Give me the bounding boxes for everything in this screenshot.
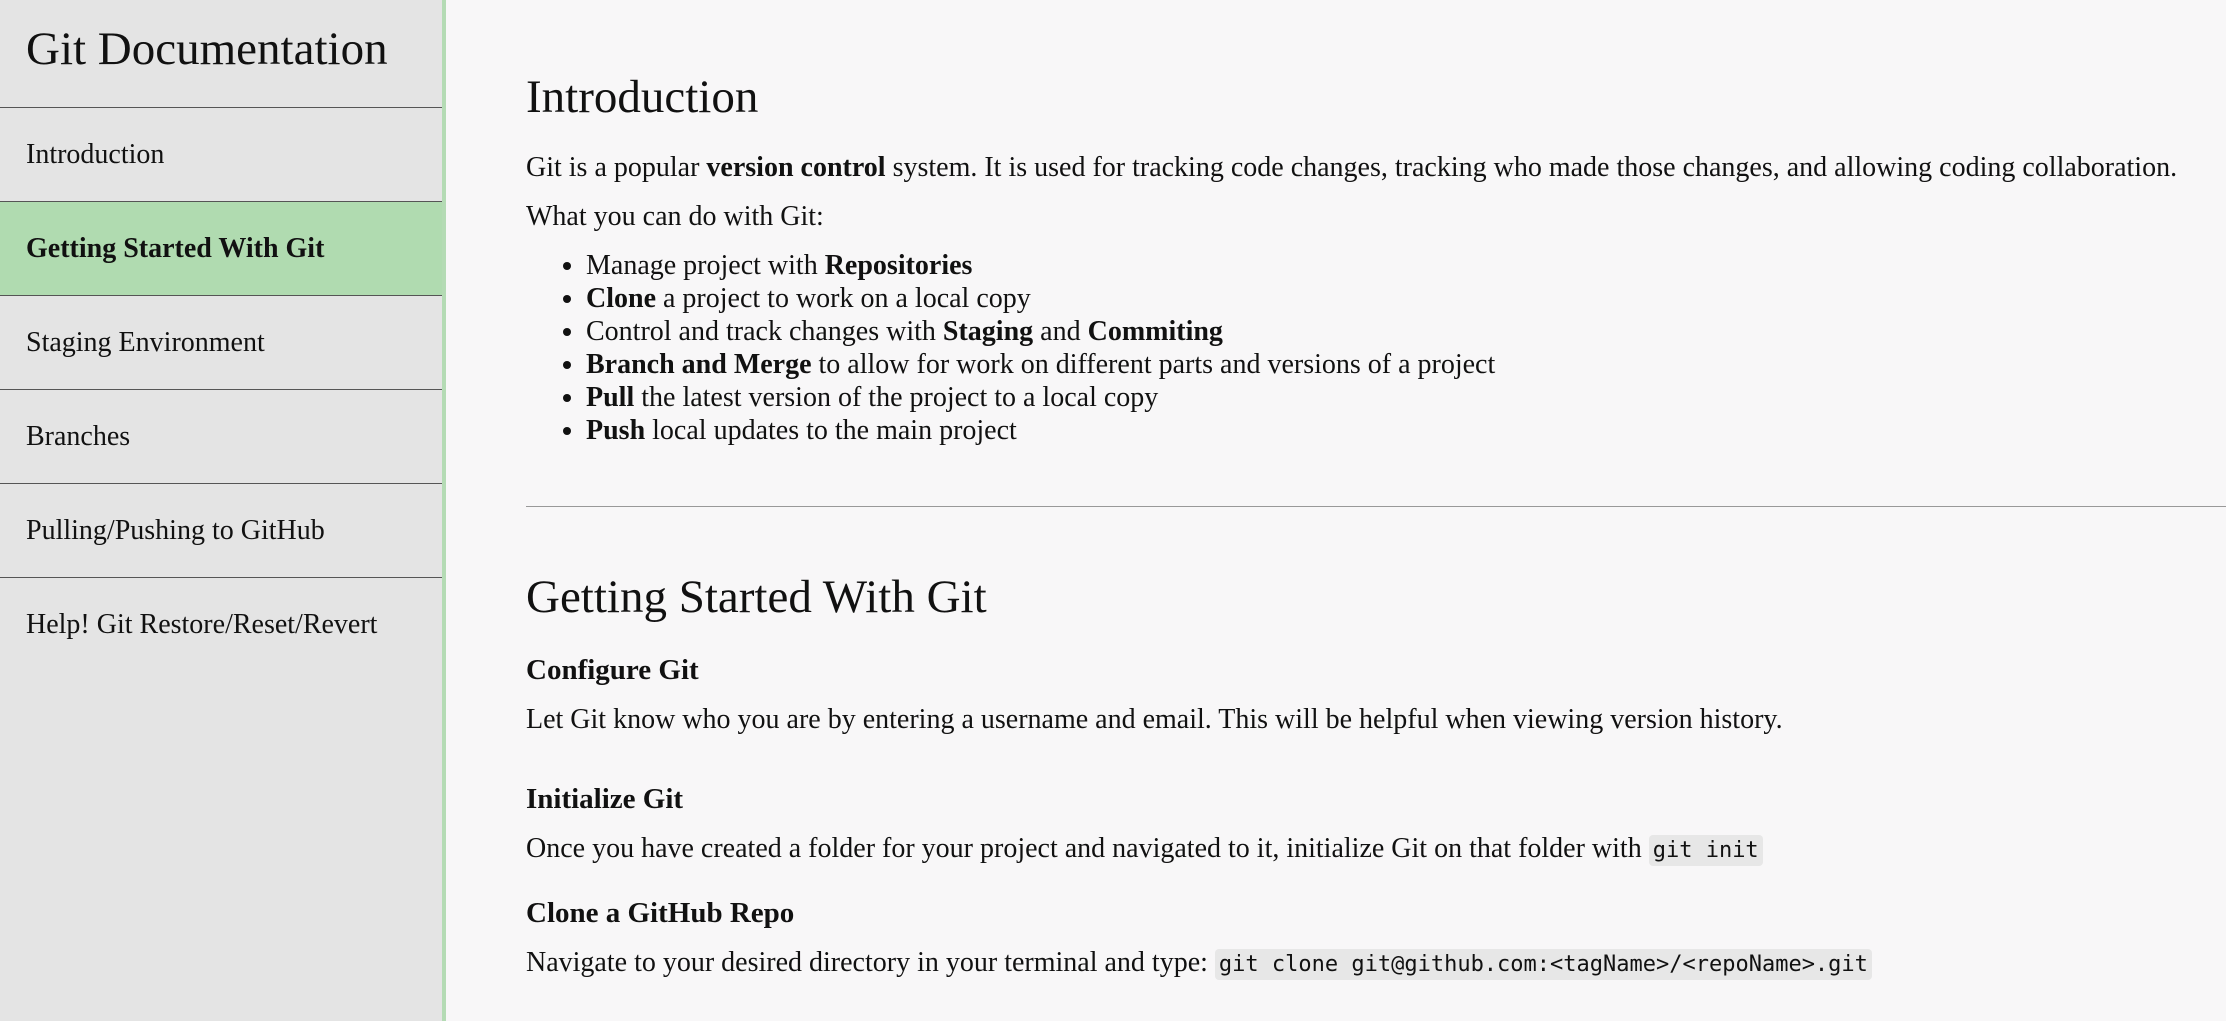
- subheading-initialize-git: Initialize Git: [526, 783, 684, 815]
- section-title-getting-started: Getting Started With Git: [526, 571, 987, 623]
- subheading-configure-git: Configure Git: [526, 654, 699, 686]
- code-git-init: git init: [1648, 835, 1763, 866]
- list-item-text: a project to work on a local copy: [656, 283, 1031, 314]
- section-divider: [526, 506, 2226, 507]
- intro-paragraph: Git is a popular version control system.…: [526, 152, 2177, 184]
- intro-list-heading: What you can do with Git:: [526, 201, 824, 232]
- list-item: Branch and Merge to allow for work on di…: [586, 348, 1495, 381]
- list-item-bold: Push: [586, 415, 646, 446]
- clone-repo-description: Navigate to your desired directory in yo…: [526, 947, 1215, 978]
- sidebar-item-introduction[interactable]: Introduction: [0, 108, 442, 202]
- configure-git-text: Let Git know who you are by entering a u…: [526, 704, 1783, 735]
- list-item-text: the latest version of the project to a l…: [634, 382, 1159, 413]
- list-item: Manage project with Repositories: [586, 249, 1495, 282]
- sidebar-item-staging-environment[interactable]: Staging Environment: [0, 296, 442, 390]
- section-title-introduction: Introduction: [526, 71, 759, 123]
- list-item: Pull the latest version of the project t…: [586, 381, 1495, 414]
- subheading-clone-repo: Clone a GitHub Repo: [526, 897, 795, 929]
- list-item-bold: Pull: [586, 382, 635, 413]
- list-item-bold: Staging: [942, 316, 1034, 347]
- list-item-bold: Commiting: [1087, 316, 1223, 347]
- list-item-text: to allow for work on different parts and…: [811, 349, 1496, 380]
- intro-text-a: Git is a popular: [526, 152, 707, 183]
- list-item-text: and: [1033, 316, 1088, 347]
- list-item: Control and track changes with Staging a…: [586, 315, 1495, 348]
- list-item-bold: Repositories: [824, 250, 973, 281]
- feature-list: Manage project with Repositories Clone a…: [526, 249, 1495, 447]
- sidebar-item-getting-started[interactable]: Getting Started With Git: [0, 202, 442, 296]
- initialize-git-description: Once you have created a folder for your …: [526, 833, 1649, 864]
- sidebar-item-help[interactable]: Help! Git Restore/Reset/Revert: [0, 578, 442, 672]
- sidebar-title: Git Documentation: [0, 0, 442, 108]
- clone-repo-text: Navigate to your desired directory in yo…: [526, 947, 1872, 980]
- list-item-text: Manage project with: [586, 250, 825, 281]
- list-item: Clone a project to work on a local copy: [586, 282, 1495, 315]
- intro-text-bold: version control: [706, 152, 886, 183]
- sidebar-item-pulling-pushing[interactable]: Pulling/Pushing to GitHub: [0, 484, 442, 578]
- sidebar-item-branches[interactable]: Branches: [0, 390, 442, 484]
- list-item-bold: Branch and Merge: [586, 349, 812, 380]
- list-item-text: Control and track changes with: [586, 316, 943, 347]
- list-item-bold: Clone: [586, 283, 656, 314]
- initialize-git-text: Once you have created a folder for your …: [526, 833, 1763, 866]
- sidebar-nav: Git Documentation Introduction Getting S…: [0, 0, 446, 1021]
- list-item-text: local updates to the main project: [645, 415, 1017, 446]
- main-content: Introduction Git is a popular version co…: [446, 0, 2226, 1021]
- list-item: Push local updates to the main project: [586, 414, 1495, 447]
- code-git-clone: git clone git@github.com:<tagName>/<repo…: [1214, 949, 1872, 980]
- intro-text-b: system. It is used for tracking code cha…: [885, 152, 2178, 183]
